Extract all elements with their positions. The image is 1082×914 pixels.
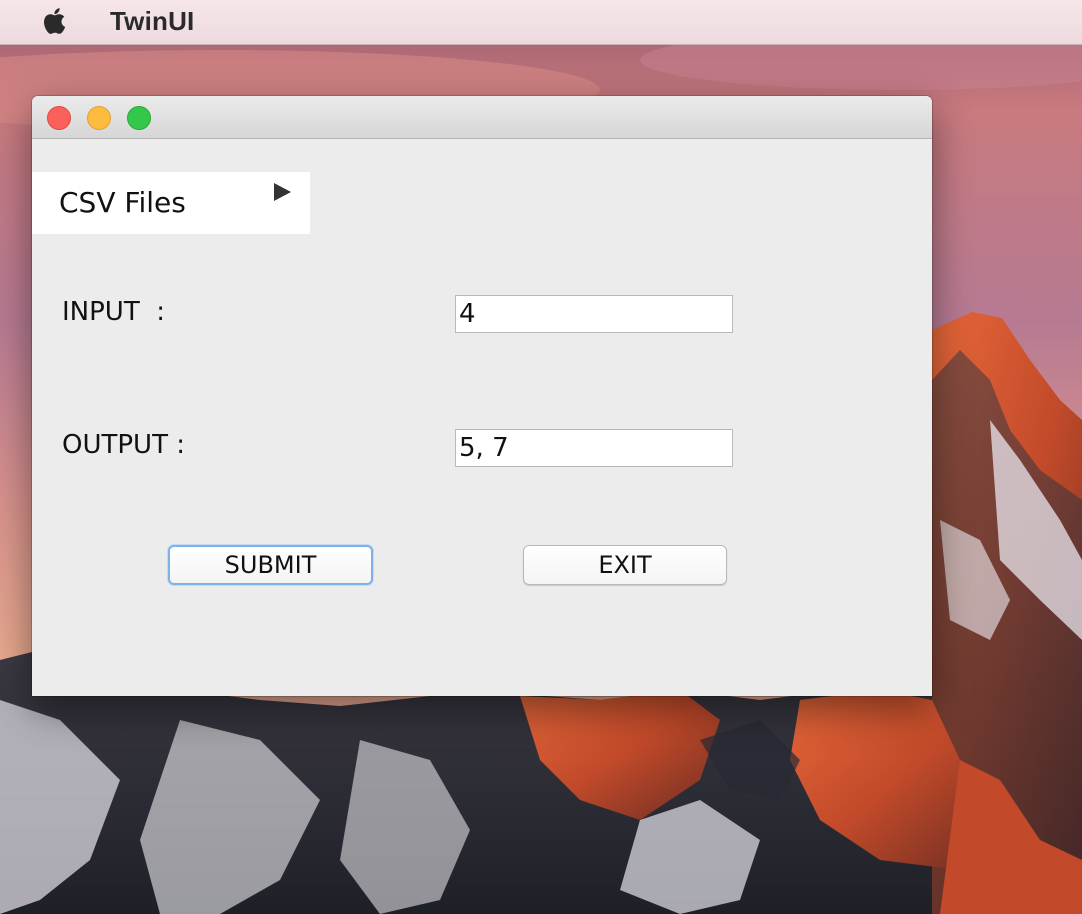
app-name-menu[interactable]: TwinUI (110, 6, 194, 37)
minimize-window-button[interactable] (87, 106, 111, 130)
close-window-button[interactable] (47, 106, 71, 130)
csv-files-menu-label: CSV Files (59, 186, 186, 219)
output-field[interactable]: 5, 7 (455, 429, 733, 467)
output-label: OUTPUT : (62, 430, 185, 460)
csv-files-menu[interactable]: CSV Files (32, 172, 310, 234)
zoom-window-button[interactable] (127, 106, 151, 130)
desktop: TwinUI CSV Files INPUT : 4 OUTPUT : 5, 7… (0, 0, 1082, 914)
exit-button[interactable]: EXIT (523, 545, 727, 585)
window-content: CSV Files INPUT : 4 OUTPUT : 5, 7 SUBMIT… (32, 139, 932, 696)
menu-bar: TwinUI (0, 0, 1082, 45)
apple-logo-icon[interactable] (38, 4, 72, 38)
play-arrow-icon (274, 183, 291, 201)
submit-button[interactable]: SUBMIT (168, 545, 373, 585)
app-window: CSV Files INPUT : 4 OUTPUT : 5, 7 SUBMIT… (32, 96, 932, 696)
input-field[interactable]: 4 (455, 295, 733, 333)
title-bar[interactable] (32, 96, 932, 139)
input-label: INPUT : (62, 297, 165, 327)
